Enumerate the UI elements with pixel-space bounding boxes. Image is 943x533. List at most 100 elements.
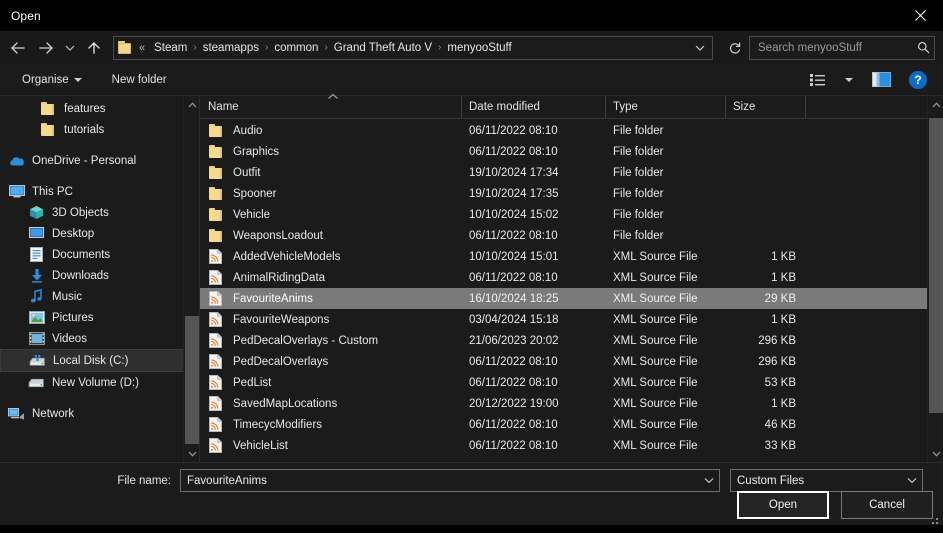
file-name-cell: Spooner	[201, 186, 462, 201]
file-list-scrollbar[interactable]	[927, 96, 943, 462]
scrollbar-thumb[interactable]	[185, 316, 199, 444]
sidebar-item-local-disk-c[interactable]: Local Disk (C:)	[0, 349, 199, 372]
address-bar[interactable]: « Steam › steamapps › common › Grand The…	[113, 36, 713, 60]
view-options-button[interactable]	[803, 68, 831, 92]
new-folder-button[interactable]: New folder	[104, 70, 175, 90]
folder-icon	[209, 144, 225, 159]
file-row[interactable]: Outfit19/10/2024 17:34File folder	[200, 162, 943, 183]
file-name-label: File name:	[0, 475, 180, 487]
organise-label: Organise	[22, 74, 69, 86]
file-row[interactable]: Graphics06/11/2022 08:10File folder	[200, 141, 943, 162]
xml-file-icon	[209, 438, 225, 453]
file-type-cell: XML Source File	[606, 440, 726, 452]
sidebar-item-label: 3D Objects	[52, 207, 109, 219]
file-type-cell: XML Source File	[606, 335, 726, 347]
file-row[interactable]: TimecycModifiers06/11/2022 08:10XML Sour…	[200, 414, 943, 435]
xml-file-icon	[209, 249, 225, 264]
scrollbar-thumb[interactable]	[929, 118, 943, 413]
file-row[interactable]: SavedMapLocations20/12/2022 19:00XML Sou…	[200, 393, 943, 414]
column-header-name[interactable]: Name	[201, 96, 462, 118]
breadcrumb-item-steamapps[interactable]: steamapps	[198, 38, 264, 58]
navigation-tree: features tutorials OneDrive - Pers	[0, 96, 199, 424]
help-button[interactable]: ?	[909, 71, 927, 89]
breadcrumb-item-steam[interactable]: Steam	[149, 38, 192, 58]
open-button[interactable]: Open	[737, 491, 829, 519]
sidebar-item-desktop[interactable]: Desktop	[0, 223, 199, 244]
forward-button[interactable]	[32, 35, 60, 61]
file-row[interactable]: WeaponsLoadout06/11/2022 08:10File folde…	[200, 225, 943, 246]
file-row[interactable]: Vehicle10/10/2024 15:02File folder	[200, 204, 943, 225]
sidebar-item-features[interactable]: features	[0, 98, 199, 119]
refresh-button[interactable]	[721, 35, 749, 61]
preview-pane-button[interactable]	[867, 68, 895, 92]
scroll-up-button[interactable]	[184, 96, 199, 113]
sidebar-item-label: OneDrive - Personal	[32, 155, 136, 167]
file-row[interactable]: PedDecalOverlays - Custom21/06/2023 20:0…	[200, 330, 943, 351]
file-type-cell: File folder	[606, 188, 726, 200]
file-name-combobox[interactable]	[180, 469, 720, 492]
organise-button[interactable]: Organise	[14, 70, 90, 90]
column-header-row: Name Date modified Type Size	[200, 96, 943, 119]
column-header-date-modified[interactable]: Date modified	[462, 96, 606, 118]
sidebar-scrollbar[interactable]	[183, 96, 199, 462]
breadcrumb-item-common[interactable]: common	[269, 38, 323, 58]
file-date-cell: 06/11/2022 08:10	[462, 125, 606, 137]
file-row[interactable]: VehicleList06/11/2022 08:10XML Source Fi…	[200, 435, 943, 456]
sidebar-item-this-pc[interactable]: This PC	[0, 181, 199, 202]
breadcrumb-overflow[interactable]: «	[137, 38, 149, 58]
file-date-cell: 20/12/2022 19:00	[462, 398, 606, 410]
file-type-filter-combobox[interactable]: Custom Files	[730, 469, 923, 492]
sidebar-item-3d-objects[interactable]: 3D Objects	[0, 202, 199, 223]
file-row[interactable]: AnimalRidingData06/11/2022 08:10XML Sour…	[200, 267, 943, 288]
sidebar-item-network[interactable]: Network	[0, 403, 199, 424]
file-row[interactable]: PedList06/11/2022 08:10XML Source File53…	[200, 372, 943, 393]
chevron-down-icon[interactable]	[904, 477, 920, 484]
sidebar-item-downloads[interactable]: Downloads	[0, 265, 199, 286]
search-box[interactable]	[749, 36, 935, 60]
onedrive-icon	[8, 153, 25, 169]
sidebar-item-onedrive[interactable]: OneDrive - Personal	[0, 150, 199, 171]
cancel-button[interactable]: Cancel	[841, 491, 933, 519]
3d-objects-icon	[28, 205, 45, 221]
column-header-type[interactable]: Type	[606, 96, 726, 118]
recent-locations-button[interactable]	[60, 35, 80, 61]
file-name-input[interactable]	[187, 475, 701, 487]
sidebar-item-tutorials[interactable]: tutorials	[0, 119, 199, 140]
file-name-cell: FavouriteAnims	[201, 291, 462, 306]
file-row[interactable]: Audio06/11/2022 08:10File folder	[200, 120, 943, 141]
file-name-text: Outfit	[233, 167, 260, 179]
sidebar-item-documents[interactable]: Documents	[0, 244, 199, 265]
dialog-buttons: Open Cancel	[737, 491, 933, 519]
file-type-cell: XML Source File	[606, 251, 726, 263]
close-button[interactable]	[897, 0, 943, 31]
breadcrumb-item-gta-v[interactable]: Grand Theft Auto V	[329, 38, 437, 58]
sidebar-item-videos[interactable]: Videos	[0, 328, 199, 349]
file-row[interactable]: AddedVehicleModels10/10/2024 15:01XML So…	[200, 246, 943, 267]
file-date-cell: 06/11/2022 08:10	[462, 440, 606, 452]
column-header-size[interactable]: Size	[726, 96, 806, 118]
breadcrumb-item-menyoostuff[interactable]: menyooStuff	[442, 38, 516, 58]
scroll-down-button[interactable]	[928, 445, 943, 462]
file-type-cell: XML Source File	[606, 293, 726, 305]
file-row[interactable]: Spooner19/10/2024 17:35File folder	[200, 183, 943, 204]
back-button[interactable]	[4, 35, 32, 61]
scroll-down-button[interactable]	[184, 445, 199, 462]
file-type-cell: XML Source File	[606, 272, 726, 284]
file-size-cell: 29 KB	[726, 293, 806, 305]
chevron-down-icon[interactable]	[701, 477, 717, 484]
file-row[interactable]: PedDecalOverlays06/11/2022 08:10XML Sour…	[200, 351, 943, 372]
view-list-icon	[809, 73, 826, 87]
sidebar-item-new-volume-d[interactable]: New Volume (D:)	[0, 372, 199, 393]
sidebar-item-label: Local Disk (C:)	[53, 355, 128, 367]
pictures-icon	[28, 310, 45, 326]
file-row[interactable]: FavouriteAnims16/10/2024 18:25XML Source…	[200, 288, 943, 309]
sidebar-item-music[interactable]: Music	[0, 286, 199, 307]
search-input[interactable]	[758, 42, 917, 54]
file-row[interactable]: FavouriteWeapons03/04/2024 15:18XML Sour…	[200, 309, 943, 330]
up-button[interactable]	[80, 35, 108, 61]
scroll-up-button[interactable]	[928, 96, 943, 113]
address-dropdown-button[interactable]	[690, 37, 710, 59]
sidebar-item-pictures[interactable]: Pictures	[0, 307, 199, 328]
sidebar-item-label: New Volume (D:)	[52, 377, 139, 389]
view-dropdown-button[interactable]	[835, 68, 863, 92]
